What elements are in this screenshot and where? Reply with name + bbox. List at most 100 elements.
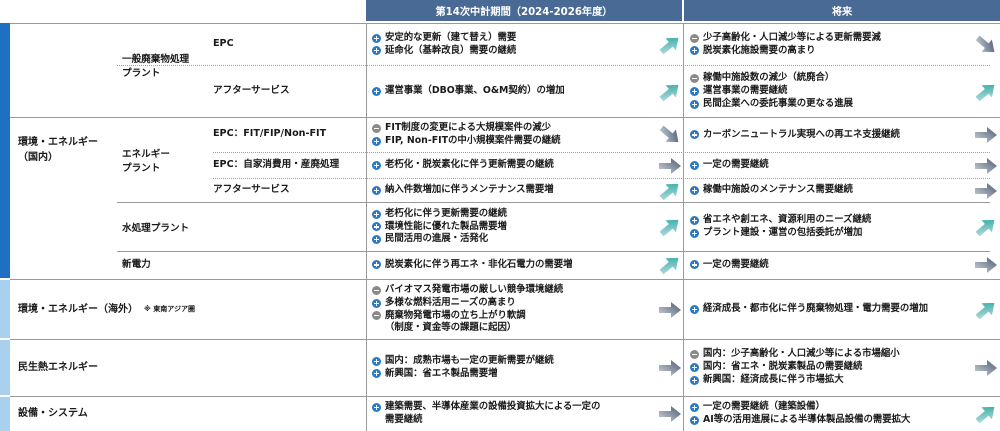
bullet-text: 環境性能に優れた製品需要増 xyxy=(385,220,507,232)
current-cell-row-5: 納入件数増加に伴うメンテナンス需要増 xyxy=(372,179,654,202)
plus-circle-icon xyxy=(372,298,381,308)
plus-circle-icon xyxy=(372,46,381,56)
trend-down-arrow-icon xyxy=(974,34,998,56)
bullet-item: FIT制度の変更による大規模案件の減少 xyxy=(372,122,654,135)
bullet-item: 新興国：省エネ製品需要増 xyxy=(372,368,654,381)
trend-flat-arrow-icon xyxy=(658,357,682,379)
bullet-text: （制度・資金等の課題に起因） xyxy=(385,322,517,334)
bullet-item: （制度・資金等の課題に起因） xyxy=(372,322,654,335)
current-cell-row-1: 安定的な更新（建て替え）需要 延命化（基幹改良）需要の継続 xyxy=(372,24,654,65)
sub-after-service-2: アフターサービス xyxy=(213,184,290,195)
plus-circle-icon xyxy=(690,185,699,195)
section-stripe-heat xyxy=(0,340,10,395)
future-cell-row-10: 一定の需要継続（建築設備） AI等の活用進展による半導体製品設備の需要拡大 xyxy=(690,397,972,431)
trend-up-arrow-icon xyxy=(658,81,682,103)
bullet-item: プラント建設・運営の包括委託が増加 xyxy=(690,227,972,240)
bullet-item: 老朽化に伴う更新需要の継続 xyxy=(372,208,654,221)
plus-circle-icon xyxy=(372,403,381,412)
bullet-item: 省エネや創エネ、資源利用のニーズ継続 xyxy=(690,214,972,227)
bullet-text: カーボンニュートラル実現への再エネ支援継続 xyxy=(703,128,900,140)
group-new-power: 新電力 xyxy=(122,259,151,270)
bullet-item: AI等の活用進展による半導体製品設備の需要拡大 xyxy=(690,414,972,427)
bullet-text: 老朽化に伴う更新需要の継続 xyxy=(385,207,507,219)
plus-circle-icon xyxy=(690,403,699,412)
bullet-text: 多様な燃料活用ニーズの高まり xyxy=(385,296,516,308)
section-heat: 民生熱エネルギー xyxy=(18,361,98,373)
header-future: 将来 xyxy=(684,0,1000,21)
bullet-item: 運営事業の需要継続 xyxy=(690,85,972,98)
bullet-text: 安定的な更新（建て替え）需要 xyxy=(385,31,517,43)
plus-circle-icon xyxy=(690,99,699,109)
bullet-item: 廃棄物発電市場の立ち上がり軟調 xyxy=(372,310,654,323)
future-cell-row-6: 省エネや創エネ、資源利用のニーズ継続 プラント建設・運営の包括委託が増加 xyxy=(690,203,972,251)
trend-up-arrow-icon xyxy=(974,403,998,425)
plus-circle-icon xyxy=(372,369,381,379)
current-cell-row-7: 脱炭素化に伴う再エネ・非化石電力の需要増 xyxy=(372,252,654,278)
bullet-item: 一定の需要継続 xyxy=(690,159,972,172)
bullet-text: 稼働中施設数の減少（統廃合） xyxy=(703,72,835,84)
future-cell-row-2: 稼働中施設数の減少（統廃合） 運営事業の需要継続 民間企業への委託事業の更なる進展 xyxy=(690,66,972,117)
plus-circle-icon xyxy=(372,356,381,366)
plus-circle-icon xyxy=(372,235,381,245)
future-cell-row-7: 一定の需要継続 xyxy=(690,252,972,278)
trend-up-arrow-icon xyxy=(974,81,998,103)
bullet-text: 国内：省エネ・脱炭素製品の需要継続 xyxy=(703,361,863,373)
section-domestic: 環境・エネルギー （国内） xyxy=(18,137,98,163)
minus-circle-icon xyxy=(690,33,699,43)
bullet-item: カーボンニュートラル実現への再エネ支援継続 xyxy=(690,129,972,142)
bullet-item: 国内：少子高齢化・人口減少等による市場縮小 xyxy=(690,348,972,361)
bullet-item: 多様な燃料活用ニーズの高まり xyxy=(372,297,654,310)
plus-circle-icon xyxy=(372,209,381,219)
bullet-item: 運営事業（DBO事業、O&M契約）の増加 xyxy=(372,85,654,98)
bullet-text: 建築需要、半導体産業の設備投資拡大による一定の xyxy=(385,401,601,413)
bullet-text: 省エネや創エネ、資源利用のニーズ継続 xyxy=(703,214,872,226)
plus-circle-icon xyxy=(372,160,381,170)
bullet-text: 民間活用の進展・活発化 xyxy=(385,233,489,245)
bullet-item: 稼働中施設数の減少（統廃合） xyxy=(690,72,972,85)
plus-circle-icon xyxy=(690,415,699,425)
bullet-item: 建築需要、半導体産業の設備投資拡大による一定の xyxy=(372,401,654,414)
bullet-item: 老朽化・脱炭素化に伴う更新需要の継続 xyxy=(372,159,654,172)
trend-down-arrow-icon xyxy=(658,124,682,146)
bullet-item: 国内：省エネ・脱炭素製品の需要継続 xyxy=(690,361,972,374)
bullet-text: 廃棄物発電市場の立ち上がり軟調 xyxy=(385,309,526,321)
bullet-text: 国内：成熟市場も一定の更新需要が継続 xyxy=(385,354,554,366)
trend-flat-arrow-icon xyxy=(974,180,998,202)
plus-circle-icon xyxy=(372,185,381,195)
bullet-item: FIP, Non-FITの中小規模案件需要の継続 xyxy=(372,135,654,148)
group-waste-plant: 一般廃棄物処理 プラント xyxy=(122,54,190,79)
divider-current xyxy=(366,23,367,431)
plus-circle-icon xyxy=(372,260,381,270)
trend-flat-arrow-icon xyxy=(658,403,682,425)
bullet-item: 脱炭素化に伴う再エネ・非化石電力の需要増 xyxy=(372,259,654,272)
future-cell-row-5: 稼働中施設のメンテナンス需要継続 xyxy=(690,179,972,202)
bullet-text: FIP, Non-FITの中小規模案件需要の継続 xyxy=(385,135,561,146)
group-energy-plant: エネルギー プラント xyxy=(122,149,170,174)
plus-circle-icon xyxy=(372,86,381,96)
plus-circle-icon xyxy=(690,160,699,170)
bullet-item: 国内：成熟市場も一定の更新需要が継続 xyxy=(372,355,654,368)
future-cell-row-3: カーボンニュートラル実現への再エネ支援継続 xyxy=(690,118,972,152)
bullet-item: 経済成長・都市化に伴う廃棄物処理・電力需要の増加 xyxy=(690,303,972,316)
section-overseas-note: ※ 東南アジア圏 xyxy=(144,304,195,313)
future-cell-row-8: 経済成長・都市化に伴う廃棄物処理・電力需要の増加 xyxy=(690,281,972,338)
divider-future xyxy=(683,23,684,431)
trend-flat-arrow-icon xyxy=(658,155,682,177)
minus-circle-icon xyxy=(372,311,381,321)
bullet-item: 民間企業への委託事業の更なる進展 xyxy=(690,98,972,111)
bullet-text: 運営事業（DBO事業、O&M契約）の増加 xyxy=(385,85,565,97)
plus-circle-icon xyxy=(372,33,381,43)
future-cell-row-4: 一定の需要継続 xyxy=(690,153,972,178)
sub-epc-fit: EPC：FIT/FIP/Non-FIT xyxy=(213,128,327,139)
plus-circle-icon xyxy=(690,228,699,238)
bullet-item: バイオマス発電市場の厳しい競争環境継続 xyxy=(372,284,654,297)
section-stripe-domestic xyxy=(0,23,10,278)
bullet-text: AI等の活用進展による半導体製品設備の需要拡大 xyxy=(703,414,911,425)
sub-epc-self: EPC：自家消費用・産廃処理 xyxy=(213,159,340,170)
plus-circle-icon xyxy=(372,222,381,232)
bullet-text: 納入件数増加に伴うメンテナンス需要増 xyxy=(385,184,554,196)
bullet-text: 稼働中施設のメンテナンス需要継続 xyxy=(703,184,853,196)
bullet-text: 脱炭素化に伴う再エネ・非化石電力の需要増 xyxy=(385,258,573,270)
bullet-text: 経済成長・都市化に伴う廃棄物処理・電力需要の増加 xyxy=(703,303,929,315)
current-cell-row-9: 国内：成熟市場も一定の更新需要が継続新興国：省エネ製品需要増 xyxy=(372,340,654,395)
